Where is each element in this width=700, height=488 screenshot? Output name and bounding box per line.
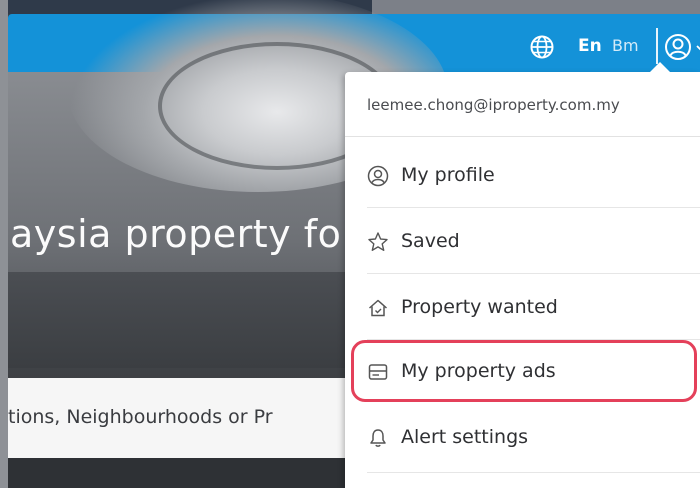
search-placeholder: tions, Neighbourhoods or Pr [8,406,273,428]
browser-top-strip-right [372,0,700,14]
window-frame-left [0,0,8,488]
hero-title: aysia property fo [10,212,342,256]
listing-icon [368,364,388,380]
chevron-down-icon[interactable] [696,44,700,52]
menu-item-label: My property ads [401,360,556,382]
menu-item-label: My profile [401,164,495,186]
globe-icon[interactable] [529,34,555,60]
menu-item-saved[interactable]: Saved [367,222,687,262]
language-bm-button[interactable]: Bm [612,36,639,55]
search-input[interactable]: tions, Neighbourhoods or Pr [8,378,368,458]
menu-divider [367,273,700,274]
dropdown-separator [345,136,700,137]
menu-divider [367,472,700,473]
menu-item-my-profile[interactable]: My profile [367,156,687,196]
user-icon[interactable] [664,33,692,61]
dropdown-caret [650,62,670,72]
menu-item-my-property-ads[interactable]: My property ads [367,352,687,392]
header-divider [656,28,658,64]
user-email: leemee.chong@iproperty.com.my [367,96,620,114]
star-icon [368,232,388,251]
menu-divider [367,207,700,208]
user-circle-icon [367,165,389,187]
bell-icon [370,429,386,447]
menu-item-label: Alert settings [401,426,529,448]
language-en-button[interactable]: En [578,36,602,56]
house-icon [369,299,387,317]
menu-item-label: Saved [401,230,460,252]
menu-item-property-wanted[interactable]: Property wanted [367,288,687,328]
menu-item-label: Property wanted [401,296,558,318]
menu-item-alert-settings[interactable]: Alert settings [367,418,687,458]
user-dropdown-menu: leemee.chong@iproperty.com.my My profile… [345,62,700,488]
